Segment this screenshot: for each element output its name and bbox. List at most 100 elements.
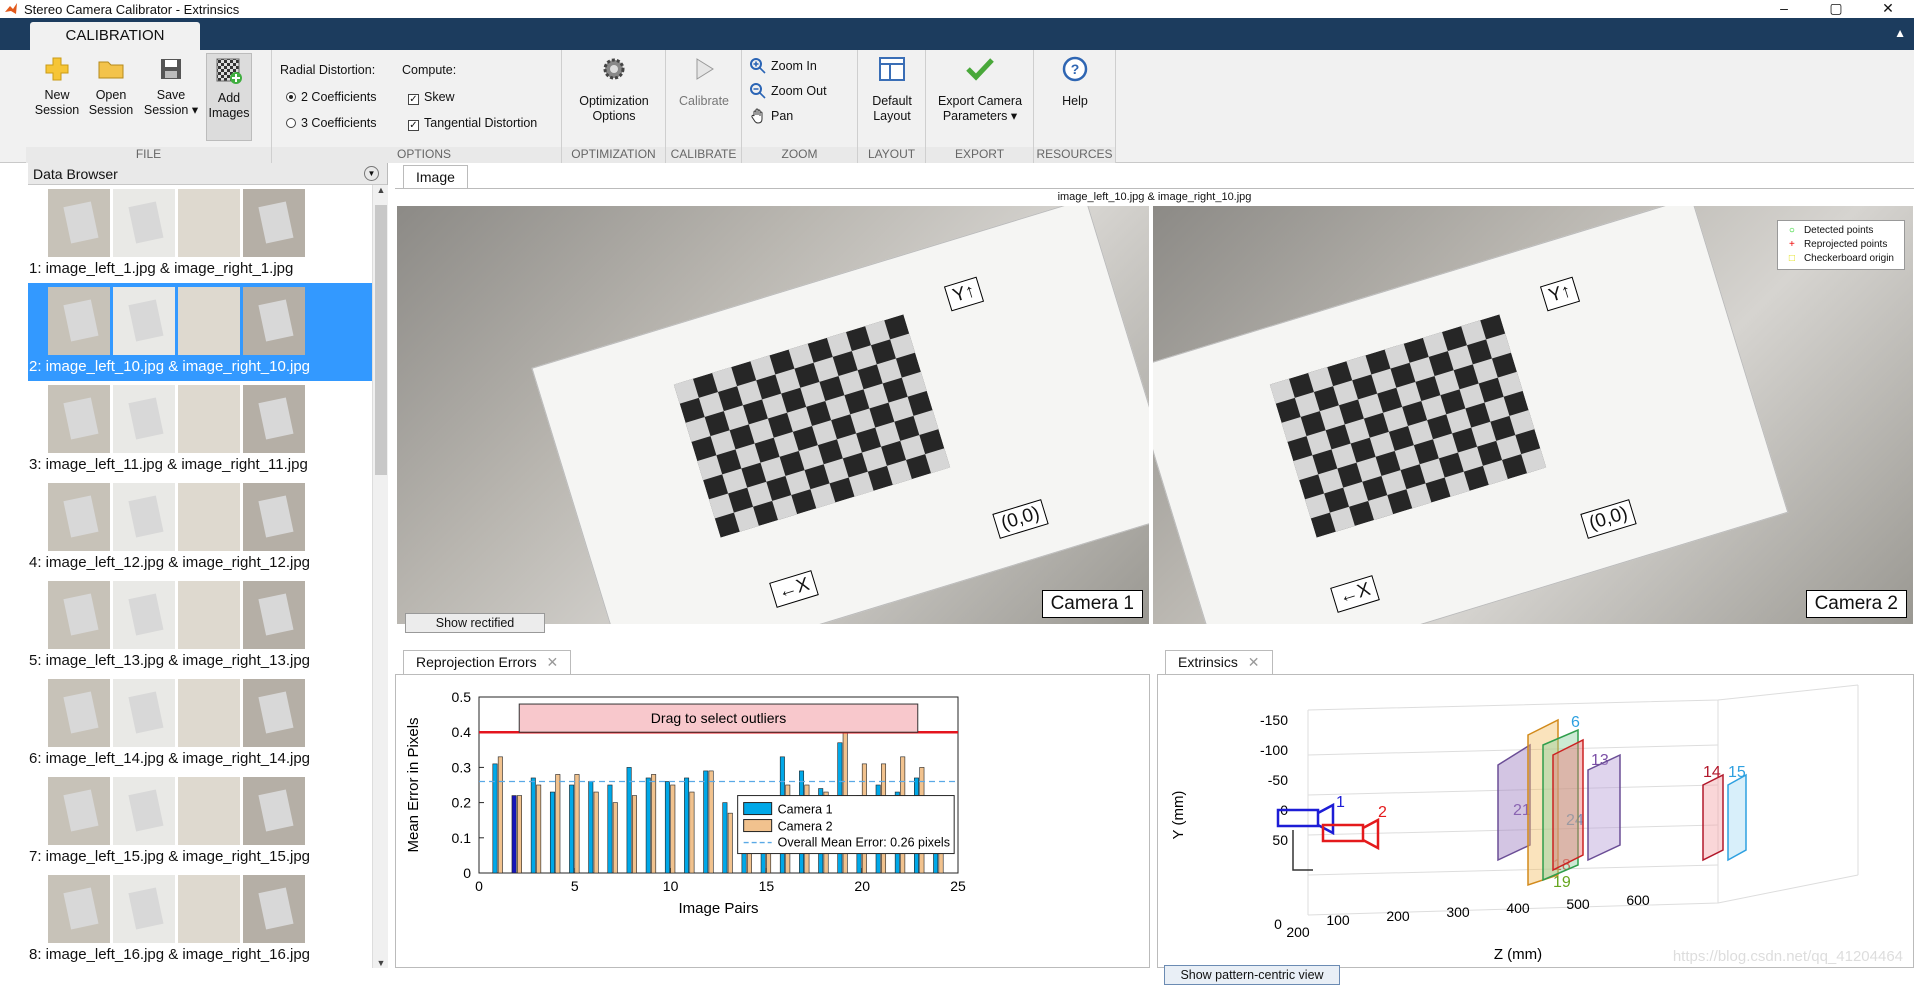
maximize-button[interactable]: ▢ xyxy=(1810,0,1862,16)
bar-camera1[interactable] xyxy=(626,767,632,874)
list-item[interactable]: 7: image_left_15.jpg & image_right_15.jp… xyxy=(28,773,388,871)
reprojection-error-chart[interactable]: 0 0.1 0.2 0.3 0.4 0.5 0 5 10 15 20 25 Image Pairs Mea… xyxy=(396,675,1149,967)
bar-camera2[interactable] xyxy=(497,756,503,874)
drag-outliers-label: Drag to select outliers xyxy=(651,710,786,726)
data-browser-title: Data Browser xyxy=(33,166,118,182)
scroll-up-icon[interactable]: ▲ xyxy=(373,185,389,195)
pan-button[interactable]: Pan xyxy=(750,108,793,124)
bar-camera2[interactable] xyxy=(651,774,657,874)
scrollbar-thumb[interactable] xyxy=(375,205,387,475)
minimize-button[interactable]: – xyxy=(1758,0,1810,16)
bar-camera1[interactable] xyxy=(645,777,651,874)
calibrate-button[interactable]: Calibrate xyxy=(672,56,736,109)
default-layout-button[interactable]: Default Layout xyxy=(862,56,922,124)
bar-camera2[interactable] xyxy=(689,791,695,874)
bar-camera1[interactable] xyxy=(511,795,517,874)
save-session-button[interactable]: Save Session ▾ xyxy=(142,56,200,118)
tangential-label: Tangential Distortion xyxy=(424,116,538,130)
export-camera-parameters-button[interactable]: Export Camera Parameters ▾ xyxy=(930,56,1030,124)
extrinsics-3d-plot[interactable]: Y (mm) -150 -100 -50 0 50 0 100 200 300 400 500 60… xyxy=(1158,675,1913,967)
title-bar: Stereo Camera Calibrator - Extrinsics – … xyxy=(0,0,1914,18)
thumbnail-image xyxy=(243,483,305,551)
thumbnail-image xyxy=(243,287,305,355)
camera1-view[interactable]: Y↑ (0,0) ←X Camera 1 xyxy=(397,206,1149,624)
thumbnail-image xyxy=(243,581,305,649)
bar-camera2[interactable] xyxy=(708,770,714,874)
list-item[interactable]: 3: image_left_11.jpg & image_right_11.jp… xyxy=(28,381,388,479)
z-tick-label: 500 xyxy=(1566,896,1590,912)
bar-camera1[interactable] xyxy=(492,763,498,874)
new-session-button[interactable]: New Session xyxy=(34,56,80,118)
save-label-2: Session ▾ xyxy=(143,103,199,117)
thumbnail-image xyxy=(113,777,175,845)
add-images-button[interactable]: Add Images xyxy=(206,53,252,141)
bar-camera1[interactable] xyxy=(703,770,709,874)
zoom-out-label: Zoom Out xyxy=(771,84,827,98)
radio-3-icon[interactable] xyxy=(286,118,296,128)
bar-camera2[interactable] xyxy=(670,784,676,874)
bar-camera2[interactable] xyxy=(631,795,637,874)
show-pattern-centric-button[interactable]: Show pattern-centric view xyxy=(1164,965,1340,985)
skew-check-icon[interactable]: ✓ xyxy=(408,94,419,105)
extrinsics-tab-label: Extrinsics xyxy=(1178,654,1238,670)
reprojection-tab-label: Reprojection Errors xyxy=(416,654,537,670)
thumbnail-checkerboard xyxy=(63,887,99,930)
list-item[interactable]: 4: image_left_12.jpg & image_right_12.jp… xyxy=(28,479,388,577)
radio-2-coefficients[interactable]: 2 Coefficients xyxy=(286,90,377,104)
bar-camera2[interactable] xyxy=(612,802,618,874)
bar-camera2[interactable] xyxy=(727,812,733,874)
bar-camera1[interactable] xyxy=(684,777,690,874)
camera2-view[interactable]: Y↑ (0,0) ←X ○ Detected points + Reprojecte… xyxy=(1153,206,1913,624)
list-item[interactable]: 6: image_left_14.jpg & image_right_14.jp… xyxy=(28,675,388,773)
browser-menu-icon[interactable]: ▼ xyxy=(364,166,379,181)
close-extrinsics-tab-icon[interactable]: ✕ xyxy=(1248,654,1260,670)
bar-camera1[interactable] xyxy=(722,802,728,874)
open-session-button[interactable]: Open Session xyxy=(86,56,136,118)
collapse-ribbon-icon[interactable]: ▲ xyxy=(1894,26,1906,40)
thumbnail-checkerboard xyxy=(63,789,99,832)
radio-2-icon[interactable] xyxy=(286,92,296,102)
radio-3-coefficients[interactable]: 3 Coefficients xyxy=(286,116,377,130)
tangential-checkbox[interactable]: ✓ Tangential Distortion xyxy=(408,116,537,131)
chart-legend: Camera 1 Camera 2 Overall Mean Error: 0.26… xyxy=(737,795,955,855)
help-button[interactable]: ? Help xyxy=(1044,56,1106,109)
bar-camera2[interactable] xyxy=(536,784,542,874)
gear-icon xyxy=(603,58,625,80)
thumbnail-checkerboard xyxy=(128,789,164,832)
tab-reprojection-errors[interactable]: Reprojection Errors ✕ xyxy=(403,650,572,674)
add-label-2: Images xyxy=(208,106,250,120)
list-item[interactable]: 2: image_left_10.jpg & image_right_10.jp… xyxy=(28,283,388,381)
list-item[interactable]: 8: image_left_16.jpg & image_right_16.jp… xyxy=(28,871,388,968)
close-tab-icon[interactable]: ✕ xyxy=(547,654,559,670)
tangential-check-icon[interactable]: ✓ xyxy=(408,120,419,131)
bar-camera2[interactable] xyxy=(517,795,522,874)
tab-extrinsics[interactable]: Extrinsics ✕ xyxy=(1165,650,1273,674)
browser-scrollbar[interactable]: ▲ ▼ xyxy=(372,185,388,968)
zoom-in-button[interactable]: Zoom In xyxy=(750,58,817,74)
pair-thumbnails xyxy=(48,777,308,845)
bar-camera2[interactable] xyxy=(593,791,599,874)
bar-camera1[interactable] xyxy=(588,781,594,874)
camera-rigs xyxy=(1276,802,1380,871)
tab-image[interactable]: Image xyxy=(403,165,468,189)
bar-camera1[interactable] xyxy=(569,784,575,874)
reprojection-errors-panel: Reprojection Errors ✕ 0 0.1 0.2 0.3 0.4 0.5 0 5… xyxy=(395,648,1150,968)
optimization-options-button[interactable]: Optimization Options xyxy=(566,56,662,124)
bar-camera1[interactable] xyxy=(607,784,613,874)
bar-camera1[interactable] xyxy=(530,777,536,874)
skew-checkbox[interactable]: ✓ Skew xyxy=(408,90,455,105)
scroll-down-icon[interactable]: ▼ xyxy=(373,958,389,968)
bar-camera2[interactable] xyxy=(555,774,561,874)
legend-label: Camera 1 xyxy=(778,803,833,817)
bar-camera2[interactable] xyxy=(574,774,580,874)
zoom-out-button[interactable]: Zoom Out xyxy=(750,83,827,99)
bar-camera1[interactable] xyxy=(664,781,670,874)
tab-calibration[interactable]: CALIBRATION xyxy=(30,22,200,50)
close-button[interactable]: ✕ xyxy=(1862,0,1914,16)
compute-label: Compute: xyxy=(402,63,457,77)
bar-camera1[interactable] xyxy=(549,791,555,874)
show-rectified-button[interactable]: Show rectified xyxy=(405,613,545,633)
zoom-group: Zoom In Zoom Out Pan ZOOM xyxy=(742,50,858,163)
list-item[interactable]: 5: image_left_13.jpg & image_right_13.jp… xyxy=(28,577,388,675)
list-item[interactable]: 1: image_left_1.jpg & image_right_1.jpg xyxy=(28,185,388,283)
